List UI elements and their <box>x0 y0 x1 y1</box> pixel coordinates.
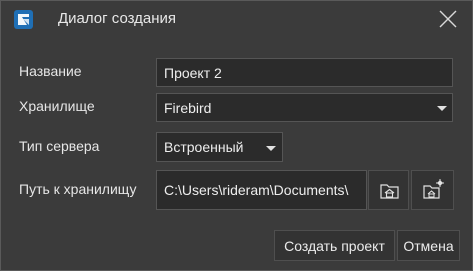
server-type-select[interactable]: Встроенный <box>156 132 283 162</box>
app-logo-icon <box>14 10 33 29</box>
folder-home-icon <box>380 184 399 199</box>
create-project-button[interactable]: Создать проект <box>274 230 395 261</box>
server-type-label: Тип сервера <box>19 138 100 154</box>
create-dialog: Диалог создания Название Проект 2 Хранил… <box>0 0 473 271</box>
path-label: Путь к хранилищу <box>19 181 137 197</box>
cancel-button-label: Отмена <box>403 237 454 254</box>
browse-folder-button[interactable] <box>368 170 409 210</box>
name-label: Название <box>19 63 82 79</box>
storage-select-value: Firebird <box>164 99 212 116</box>
dialog-title: Диалог создания <box>58 10 177 27</box>
server-type-select-value: Встроенный <box>164 139 244 155</box>
storage-label: Хранилище <box>19 98 95 114</box>
name-input[interactable]: Проект 2 <box>156 58 453 87</box>
storage-select[interactable]: Firebird <box>156 93 453 122</box>
path-input[interactable]: C:\Users\rideram\Documents\ <box>156 170 367 210</box>
close-icon <box>439 10 457 28</box>
close-button[interactable] <box>433 5 463 33</box>
name-input-value: Проект 2 <box>164 64 222 81</box>
chevron-down-icon <box>266 146 276 151</box>
folder-add-icon <box>423 179 444 199</box>
create-project-button-label: Создать проект <box>284 237 385 254</box>
new-folder-button[interactable] <box>411 170 454 210</box>
cancel-button[interactable]: Отмена <box>397 230 460 261</box>
path-input-value: C:\Users\rideram\Documents\ <box>164 182 349 198</box>
chevron-down-icon <box>437 106 447 111</box>
title-bar[interactable]: Диалог создания <box>1 1 472 37</box>
